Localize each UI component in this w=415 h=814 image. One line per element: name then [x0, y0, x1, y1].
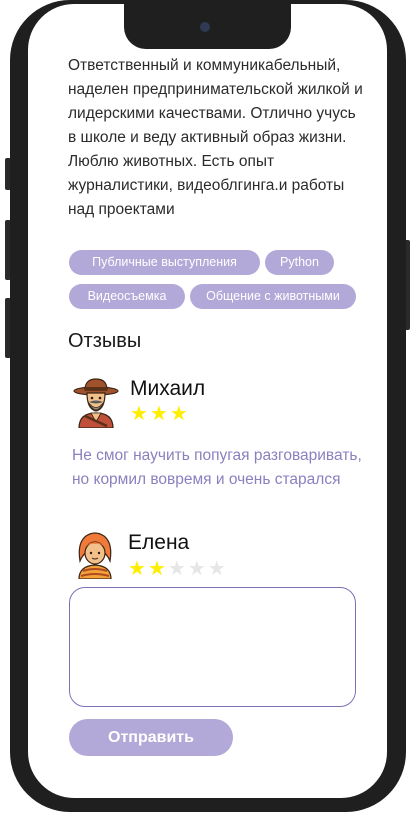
skill-tag: Видеосъемка [69, 284, 185, 309]
profile-about-text: Ответственный и коммуникабельный, наделе… [68, 57, 363, 218]
submit-button[interactable]: Отправить [69, 719, 233, 756]
skill-tag: Публичные выступления [69, 250, 260, 275]
reviews-title: Отзывы [68, 330, 142, 352]
star-icon[interactable]: ★ [208, 559, 226, 579]
star-icon: ★ [169, 403, 188, 425]
woman-avatar-icon [76, 531, 114, 580]
reviewer-name: Елена [128, 531, 190, 554]
phone-screen: Ответственный и коммуникабельный, наделе… [28, 4, 387, 798]
review-input[interactable] [69, 587, 356, 707]
star-icon[interactable]: ★ [148, 559, 166, 579]
phone-notch [124, 4, 291, 49]
reviewer-name: Михаил [130, 377, 206, 400]
reviewer-rating: ★ ★ ★ [130, 404, 188, 424]
rating-input[interactable]: ★ ★ ★ ★ ★ [128, 559, 226, 579]
star-icon[interactable]: ★ [188, 559, 206, 579]
skill-tag: Общение с животными [190, 284, 356, 309]
star-icon[interactable]: ★ [128, 559, 146, 579]
phone-frame: Ответственный и коммуникабельный, наделе… [10, 0, 406, 812]
star-icon[interactable]: ★ [168, 559, 186, 579]
camera-icon [200, 22, 210, 32]
cowboy-avatar-icon [73, 378, 119, 429]
star-icon: ★ [149, 403, 168, 425]
review-text: Не смог научить попугая разговаривать, н… [72, 447, 362, 488]
skill-tag: Python [265, 250, 334, 275]
star-icon: ★ [130, 403, 148, 425]
